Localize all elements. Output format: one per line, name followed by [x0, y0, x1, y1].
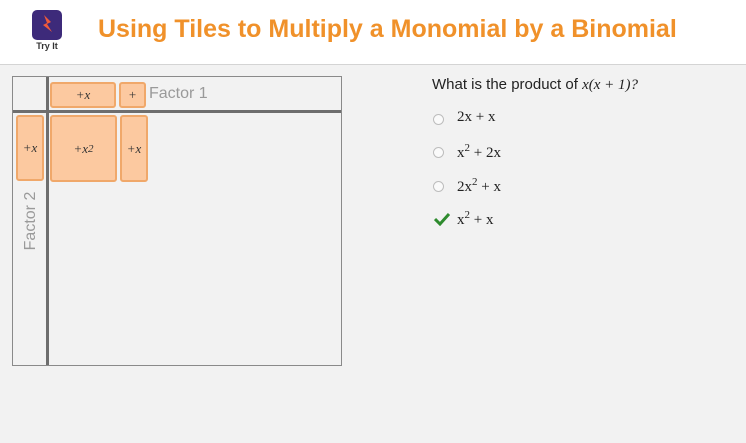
answer-option-4[interactable]: x2 + x: [433, 209, 493, 229]
factor1-label: Factor 1: [149, 85, 208, 102]
answer-option-2[interactable]: x2 + 2x: [433, 142, 501, 162]
try-it-logo: [32, 10, 62, 40]
product-tile-x[interactable]: +x: [120, 115, 148, 182]
factor1-tile-x[interactable]: +x: [50, 82, 116, 108]
answer-option-3[interactable]: 2x2 + x: [433, 176, 501, 196]
grid-horizontal-divider: [13, 110, 341, 113]
lightning-bolt-icon: [43, 15, 52, 32]
factor2-tile-x[interactable]: +x: [16, 115, 44, 181]
header: Try It Using Tiles to Multiply a Monomia…: [0, 0, 746, 65]
question-text: What is the product of x(x + 1)?: [432, 76, 639, 93]
page-title: Using Tiles to Multiply a Monomial by a …: [98, 15, 677, 43]
radio-button[interactable]: [433, 146, 444, 158]
factor1-tile-unit[interactable]: +: [119, 82, 146, 108]
product-tile-x-squared[interactable]: +x 2: [50, 115, 117, 182]
answer-option-1[interactable]: 2x + x: [433, 109, 495, 129]
logo-label: Try It: [36, 41, 58, 51]
radio-button[interactable]: [433, 113, 444, 125]
grid-vertical-divider: [46, 77, 49, 365]
tile-grid: +x + Factor 1 +x Factor 2 +x 2 +x: [12, 76, 342, 366]
factor2-label: Factor 2: [22, 191, 39, 251]
checkmark-icon: [434, 212, 450, 226]
radio-button[interactable]: [433, 180, 444, 192]
